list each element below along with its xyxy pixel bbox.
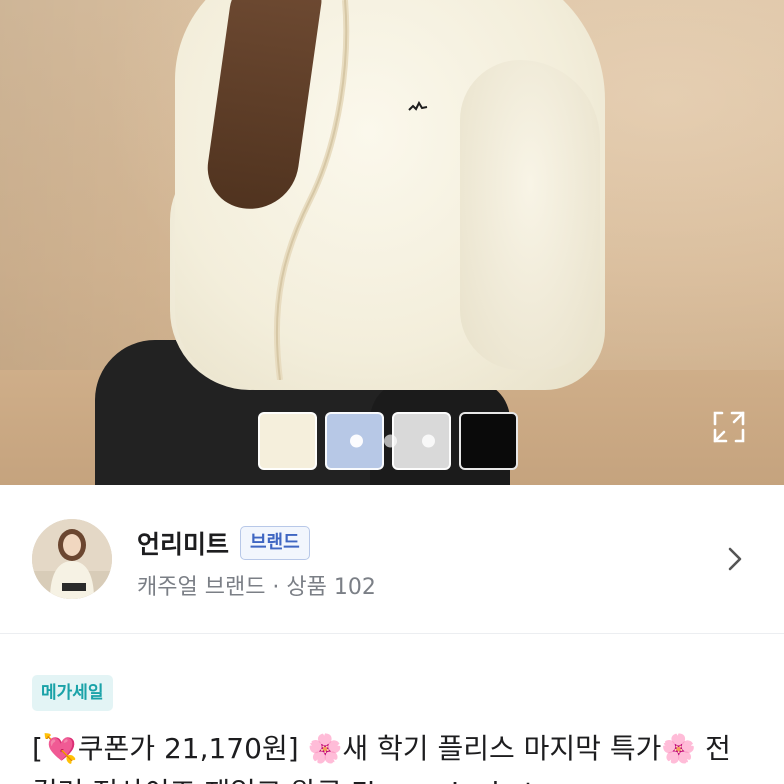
product-title-line1: [💘쿠폰가 21,170원] 🌸새 학기 플리스 마지막 특가🌸 전	[32, 732, 731, 765]
brand-badge: 브랜드	[240, 526, 310, 560]
shop-subtitle: 캐주얼 브랜드 · 상품 102	[137, 575, 376, 600]
color-swatches	[258, 412, 518, 470]
shop-info-row[interactable]: 언리미트 브랜드 캐주얼 브랜드 · 상품 102	[0, 485, 784, 634]
expand-icon[interactable]	[712, 410, 746, 444]
swatch-ivory[interactable]	[258, 412, 317, 470]
product-title: [💘쿠폰가 21,170원] 🌸새 학기 플리스 마지막 특가🌸 전 컬러 전사…	[32, 727, 752, 784]
shop-name[interactable]: 언리미트	[137, 525, 229, 561]
page-dot-active	[350, 434, 363, 448]
product-image[interactable]	[0, 0, 784, 485]
avatar-image	[32, 519, 112, 599]
jacket-zipper	[273, 0, 350, 380]
logo-stitch-icon	[408, 100, 428, 111]
sale-tag: 메가세일	[32, 675, 113, 711]
product-title-line2: 컬러 전사이즈 재입고 완료 Fleece Jacket	[32, 771, 752, 784]
shop-avatar[interactable]	[32, 519, 112, 599]
jacket-sleeve-right	[460, 60, 600, 370]
chevron-right-icon[interactable]	[724, 545, 746, 573]
swatch-sky-blue[interactable]	[325, 412, 384, 470]
swatch-light-gray[interactable]	[384, 412, 451, 470]
page-dot	[384, 434, 397, 448]
swatch-black[interactable]	[459, 412, 518, 470]
page-dot	[422, 434, 435, 448]
